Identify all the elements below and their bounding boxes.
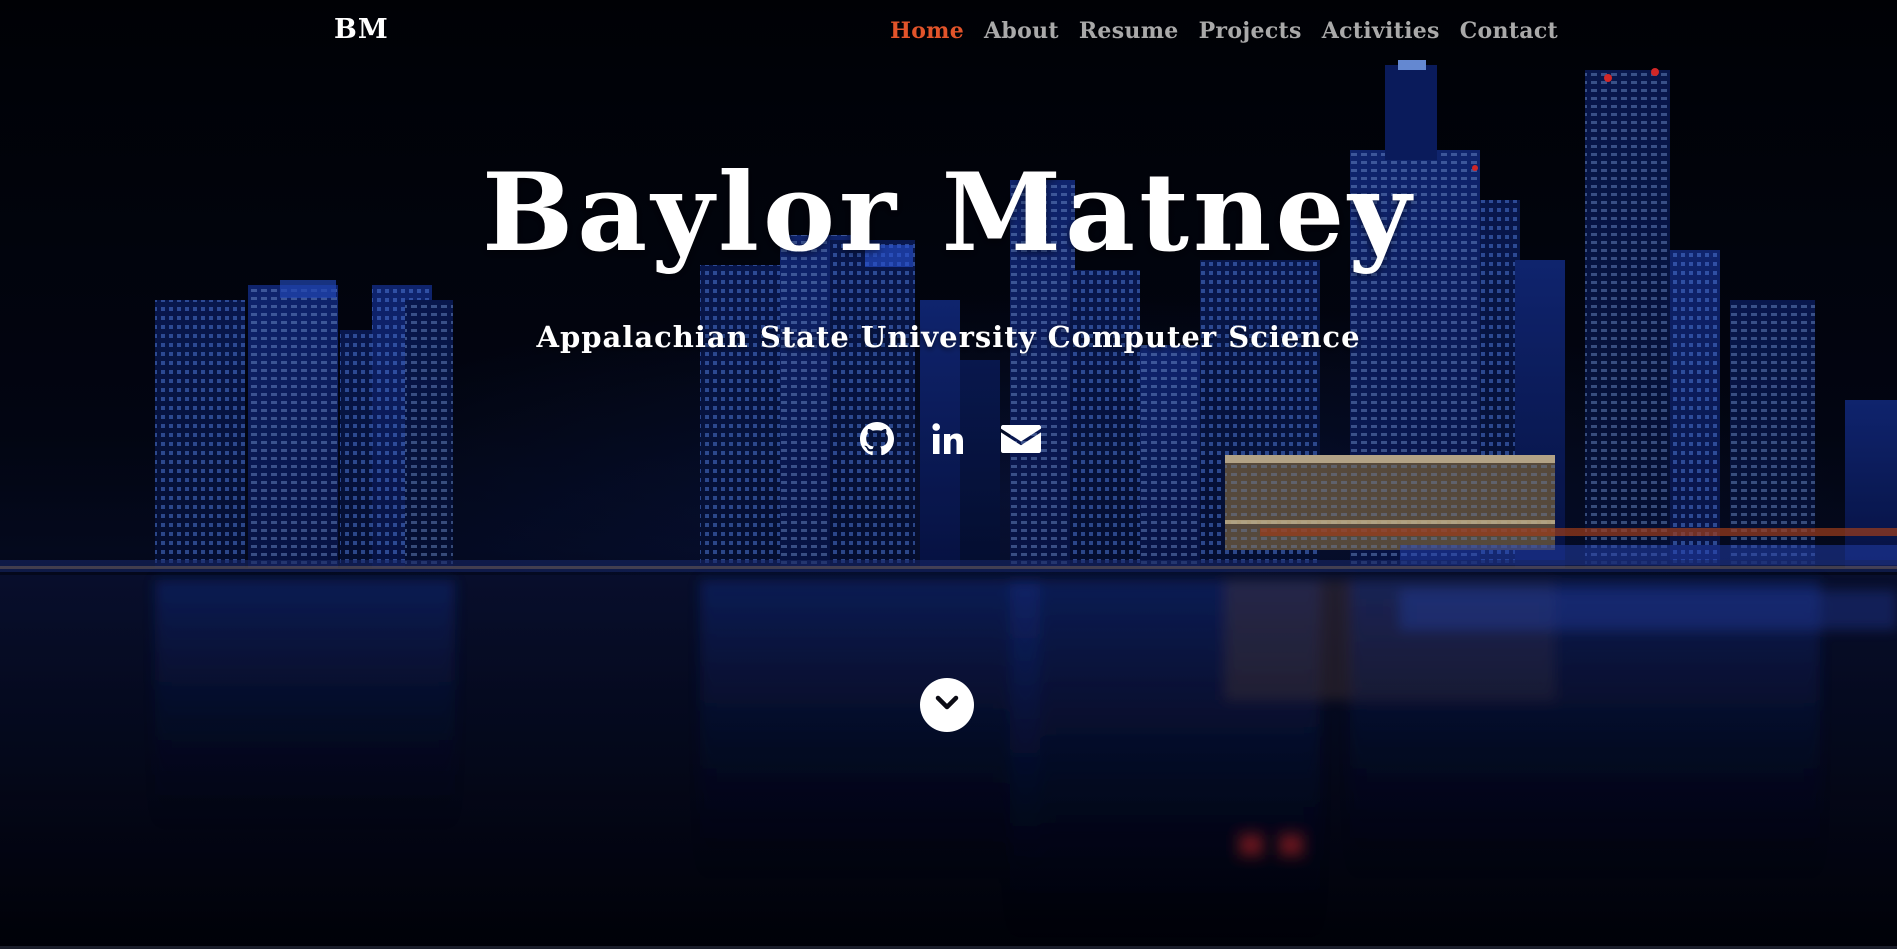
main-nav: Home About Resume Projects Activities Co…	[880, 18, 1558, 44]
nav-home-link[interactable]: Home	[880, 18, 974, 44]
top-navbar: BM Home About Resume Projects Activities…	[0, 0, 1897, 66]
hero-subtitle: Appalachian State University Computer Sc…	[536, 320, 1361, 354]
social-links	[0, 420, 1897, 462]
nav-about-link[interactable]: About	[974, 18, 1069, 44]
envelope-icon	[1000, 423, 1041, 459]
scroll-down-button[interactable]	[920, 678, 974, 732]
brand-logo[interactable]: BM	[334, 14, 389, 45]
nav-contact-link[interactable]: Contact	[1450, 18, 1558, 44]
nav-resume-link[interactable]: Resume	[1069, 18, 1189, 44]
hero-name: Baylor Matney	[482, 150, 1415, 276]
email-link[interactable]	[1000, 420, 1042, 462]
nav-projects-link[interactable]: Projects	[1189, 18, 1312, 44]
chevron-down-icon	[935, 694, 959, 716]
github-link[interactable]	[856, 420, 898, 462]
github-icon	[859, 422, 894, 460]
hero-section: BM Home About Resume Projects Activities…	[0, 0, 1897, 949]
linkedin-icon	[931, 422, 967, 460]
linkedin-link[interactable]	[928, 420, 970, 462]
city-skyline-background	[0, 0, 1897, 949]
nav-activities-link[interactable]: Activities	[1312, 18, 1450, 44]
